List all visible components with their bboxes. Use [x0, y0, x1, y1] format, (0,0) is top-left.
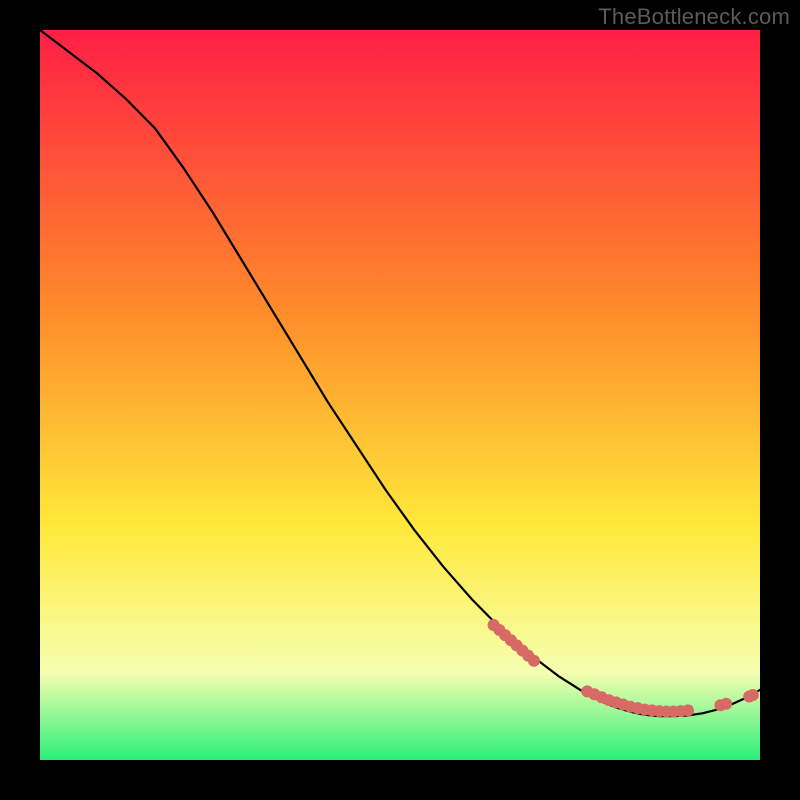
data-marker [682, 704, 694, 716]
gradient-bg [40, 30, 760, 760]
data-marker [528, 655, 540, 667]
data-marker [720, 698, 732, 710]
plot-area [40, 30, 760, 760]
chart-frame: TheBottleneck.com [0, 0, 800, 800]
chart-svg [40, 30, 760, 760]
watermark-text: TheBottleneck.com [598, 4, 790, 30]
data-marker [747, 689, 759, 701]
